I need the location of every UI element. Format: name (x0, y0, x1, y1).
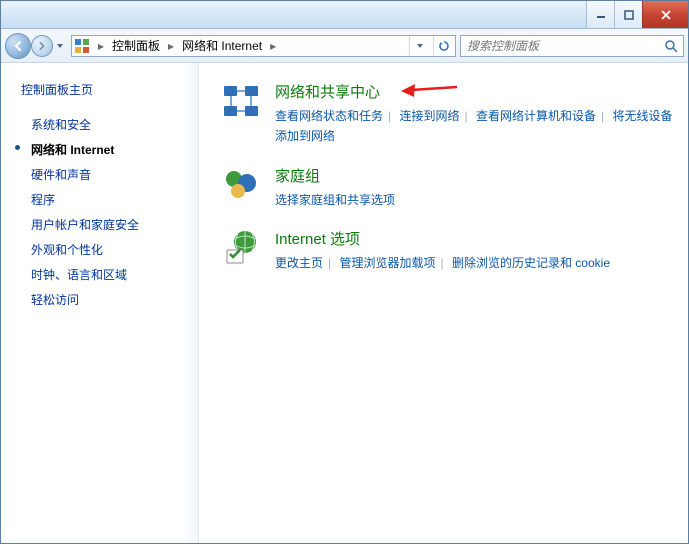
sidebar: 控制面板主页 系统和安全 网络和 Internet 硬件和声音 程序 用户帐户和… (1, 63, 199, 543)
link-view-status[interactable]: 查看网络状态和任务 (275, 109, 383, 123)
sidebar-title[interactable]: 控制面板主页 (21, 81, 190, 98)
breadcrumb-item[interactable]: 网络和 Internet (182, 37, 262, 54)
address-dropdown[interactable] (409, 36, 429, 56)
chevron-right-icon: ▸ (164, 39, 178, 53)
maximize-button[interactable] (614, 1, 642, 28)
breadcrumb-item[interactable]: 控制面板 (112, 37, 160, 54)
link-delete-history[interactable]: 删除浏览的历史记录和 cookie (452, 256, 610, 270)
back-button[interactable] (5, 33, 31, 59)
navbar: ▸ 控制面板 ▸ 网络和 Internet ▸ (1, 29, 688, 63)
minimize-button[interactable] (586, 1, 614, 28)
close-button[interactable] (642, 1, 688, 28)
category-links: 更改主页| 管理浏览器加载项| 删除浏览的历史记录和 cookie (275, 253, 674, 273)
homegroup-icon (221, 165, 261, 205)
titlebar (1, 1, 688, 29)
link-view-devices[interactable]: 查看网络计算机和设备 (476, 109, 596, 123)
sidebar-item-network-internet[interactable]: 网络和 Internet (21, 137, 190, 162)
category-homegroup: 家庭组 选择家庭组和共享选项 (221, 165, 674, 210)
body-area: 控制面板主页 系统和安全 网络和 Internet 硬件和声音 程序 用户帐户和… (1, 63, 688, 543)
category-links: 选择家庭组和共享选项 (275, 190, 674, 210)
control-panel-icon (74, 38, 90, 54)
network-sharing-icon (221, 81, 261, 121)
link-change-homepage[interactable]: 更改主页 (275, 256, 323, 270)
sidebar-item-appearance[interactable]: 外观和个性化 (21, 237, 190, 262)
link-manage-addons[interactable]: 管理浏览器加载项 (339, 256, 435, 270)
category-title[interactable]: Internet 选项 (275, 228, 674, 249)
category-network-sharing: 网络和共享中心 查看网络状态和任务| 连接到网络| 查看网络计算机和设备| 将无… (221, 81, 674, 147)
search-icon[interactable] (663, 38, 679, 54)
chevron-right-icon: ▸ (94, 39, 108, 53)
chevron-right-icon: ▸ (266, 39, 280, 53)
nav-history-dropdown[interactable] (53, 42, 67, 50)
sidebar-item-ease-of-access[interactable]: 轻松访问 (21, 287, 190, 312)
forward-button[interactable] (31, 35, 53, 57)
link-connect-network[interactable]: 连接到网络 (399, 109, 459, 123)
control-panel-window: ▸ 控制面板 ▸ 网络和 Internet ▸ 控制面板主页 系统和安全 网络 (0, 0, 689, 544)
link-select-homegroup[interactable]: 选择家庭组和共享选项 (275, 193, 395, 207)
content-pane: 网络和共享中心 查看网络状态和任务| 连接到网络| 查看网络计算机和设备| 将无… (199, 63, 688, 543)
sidebar-item-programs[interactable]: 程序 (21, 187, 190, 212)
refresh-button[interactable] (433, 36, 453, 56)
category-internet-options: Internet 选项 更改主页| 管理浏览器加载项| 删除浏览的历史记录和 c… (221, 228, 674, 273)
nav-buttons (5, 33, 67, 59)
category-links: 查看网络状态和任务| 连接到网络| 查看网络计算机和设备| 将无线设备添加到网络 (275, 106, 674, 147)
category-title[interactable]: 网络和共享中心 (275, 81, 674, 102)
address-bar[interactable]: ▸ 控制面板 ▸ 网络和 Internet ▸ (71, 35, 456, 57)
search-input[interactable] (465, 38, 663, 54)
category-title[interactable]: 家庭组 (275, 165, 674, 186)
internet-options-icon (221, 228, 261, 268)
sidebar-item-hardware-sound[interactable]: 硬件和声音 (21, 162, 190, 187)
sidebar-item-system-security[interactable]: 系统和安全 (21, 112, 190, 137)
sidebar-item-user-accounts[interactable]: 用户帐户和家庭安全 (21, 212, 190, 237)
search-box[interactable] (460, 35, 684, 57)
sidebar-item-clock-region[interactable]: 时钟、语言和区域 (21, 262, 190, 287)
